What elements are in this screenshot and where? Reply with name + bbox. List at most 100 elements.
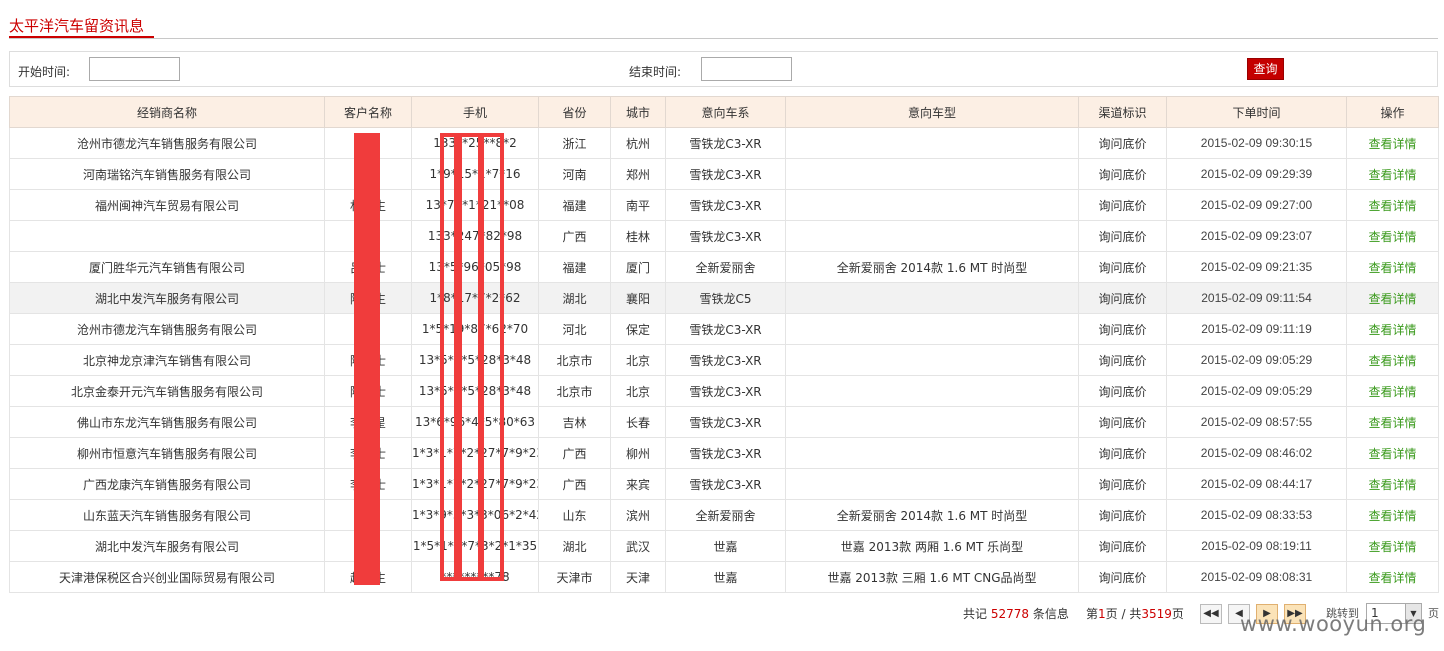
- redaction-outline: [480, 133, 504, 581]
- view-details-link[interactable]: 查看详情: [1368, 478, 1416, 492]
- view-details-link[interactable]: 查看详情: [1368, 447, 1416, 461]
- view-details-link[interactable]: 查看详情: [1368, 199, 1416, 213]
- leads-table: 经销商名称 客户名称 手机 省份 城市 意向车系 意向车型 渠道标识 下单时间 …: [9, 96, 1439, 593]
- cell-dealer: 湖北中发汽车服务有限公司: [9, 282, 325, 314]
- cell-model: [785, 437, 1079, 469]
- view-details-link[interactable]: 查看详情: [1368, 168, 1416, 182]
- cell-province: 天津市: [538, 561, 611, 593]
- view-details-link[interactable]: 查看详情: [1368, 137, 1416, 151]
- col-time: 下单时间: [1166, 96, 1347, 128]
- cell-dealer: 佛山市东龙汽车销售服务有限公司: [9, 406, 325, 438]
- cell-channel: 询问底价: [1078, 158, 1167, 190]
- table-row: 沧州市德龙汽车销售服务有限公司 1*5*19*87*62*70 河北 保定 雪铁龙C3-…: [9, 313, 1439, 345]
- cell-city: 北京: [610, 344, 666, 376]
- redaction-bar: [354, 133, 380, 585]
- cell-time: 2015-02-09 09:11:19: [1166, 313, 1347, 345]
- jump-unit: 页: [1428, 607, 1439, 620]
- cell-dealer: 广西龙康汽车销售服务有限公司: [9, 468, 325, 500]
- end-time-label: 结束时间:: [629, 65, 682, 79]
- cell-time: 2015-02-09 09:29:39: [1166, 158, 1347, 190]
- cell-model: 全新爱丽舍 2014款 1.6 MT 时尚型: [785, 499, 1079, 531]
- table-row: 山东蓝天汽车销售服务有限公司 1*3*9*5*3*3*06*2*42 山东 滨州 全新爱…: [9, 499, 1439, 531]
- cell-channel: 询问底价: [1078, 375, 1167, 407]
- cell-time: 2015-02-09 08:33:53: [1166, 499, 1347, 531]
- cell-channel: 询问底价: [1078, 282, 1167, 314]
- first-page-icon[interactable]: ◀◀: [1200, 604, 1222, 624]
- cell-model: [785, 189, 1079, 221]
- redaction-outline: [458, 133, 482, 581]
- cell-series: 雪铁龙C3-XR: [665, 127, 786, 159]
- cell-city: 北京: [610, 375, 666, 407]
- view-details-link[interactable]: 查看详情: [1368, 540, 1416, 554]
- cell-channel: 询问底价: [1078, 189, 1167, 221]
- cell-time: 2015-02-09 08:46:02: [1166, 437, 1347, 469]
- view-details-link[interactable]: 查看详情: [1368, 416, 1416, 430]
- end-time-input[interactable]: [701, 57, 792, 81]
- cell-city: 杭州: [610, 127, 666, 159]
- cell-channel: 询问底价: [1078, 313, 1167, 345]
- table-row: 沧州市德龙汽车销售服务有限公司 133**25**8*2 浙江 杭州 雪铁龙C3-XR 询…: [9, 127, 1439, 159]
- cell-series: 雪铁龙C3-XR: [665, 189, 786, 221]
- cell-time: 2015-02-09 09:23:07: [1166, 220, 1347, 252]
- cell-city: 保定: [610, 313, 666, 345]
- view-details-link[interactable]: 查看详情: [1368, 323, 1416, 337]
- cell-time: 2015-02-09 09:30:15: [1166, 127, 1347, 159]
- start-time-input[interactable]: [89, 57, 180, 81]
- view-details-link[interactable]: 查看详情: [1368, 354, 1416, 368]
- cell-action: 查看详情: [1346, 158, 1439, 190]
- cell-province: 北京市: [538, 344, 611, 376]
- col-city: 城市: [610, 96, 666, 128]
- cell-series: 雪铁龙C3-XR: [665, 344, 786, 376]
- table-row: 天津港保税区合兴创业国际贸易有限公司赵**生*********78天津市天津世嘉…: [9, 561, 1439, 593]
- cell-province: 福建: [538, 189, 611, 221]
- query-button[interactable]: 查询: [1247, 58, 1284, 80]
- cell-series: 世嘉: [665, 530, 786, 562]
- table-row: 广西龙康汽车销售服务有限公司李**士1*3*1*7*2*27*7*9*23广西来…: [9, 468, 1439, 500]
- cell-action: 查看详情: [1346, 251, 1439, 283]
- col-channel: 渠道标识: [1078, 96, 1167, 128]
- view-details-link[interactable]: 查看详情: [1368, 571, 1416, 585]
- cell-action: 查看详情: [1346, 344, 1439, 376]
- cell-model: [785, 220, 1079, 252]
- cell-action: 查看详情: [1346, 189, 1439, 221]
- cell-time: 2015-02-09 08:08:31: [1166, 561, 1347, 593]
- cell-action: 查看详情: [1346, 499, 1439, 531]
- view-details-link[interactable]: 查看详情: [1368, 385, 1416, 399]
- table-row: 福州闽神汽车贸易有限公司林**生13*79*1*21**08福建南平雪铁龙C3-…: [9, 189, 1439, 221]
- view-details-link[interactable]: 查看详情: [1368, 292, 1416, 306]
- cell-channel: 询问底价: [1078, 468, 1167, 500]
- col-customer: 客户名称: [324, 96, 412, 128]
- table-row: **彬133*247*82*98广西桂林雪铁龙C3-XR询问底价2015-02-…: [9, 220, 1439, 252]
- cell-series: 雪铁龙C3-XR: [665, 406, 786, 438]
- cell-series: 全新爱丽舍: [665, 251, 786, 283]
- col-model: 意向车型: [785, 96, 1079, 128]
- cell-time: 2015-02-09 09:27:00: [1166, 189, 1347, 221]
- cell-dealer: 沧州市德龙汽车销售服务有限公司: [9, 313, 325, 345]
- cell-channel: 询问底价: [1078, 561, 1167, 593]
- cell-series: 雪铁龙C5: [665, 282, 786, 314]
- col-dealer: 经销商名称: [9, 96, 325, 128]
- cell-action: 查看详情: [1346, 127, 1439, 159]
- view-details-link[interactable]: 查看详情: [1368, 509, 1416, 523]
- cell-action: 查看详情: [1346, 313, 1439, 345]
- cell-dealer: 厦门胜华元汽车销售有限公司: [9, 251, 325, 283]
- cell-dealer: 柳州市恒意汽车销售服务有限公司: [9, 437, 325, 469]
- cell-dealer: [9, 220, 325, 252]
- table-row: 佛山市东龙汽车销售服务有限公司李**星13*6*96*4*5*80*63吉林长春…: [9, 406, 1439, 438]
- col-phone: 手机: [411, 96, 539, 128]
- view-details-link[interactable]: 查看详情: [1368, 261, 1416, 275]
- cell-channel: 询问底价: [1078, 127, 1167, 159]
- cell-province: 湖北: [538, 530, 611, 562]
- cell-time: 2015-02-09 08:19:11: [1166, 530, 1347, 562]
- cell-action: 查看详情: [1346, 437, 1439, 469]
- cell-province: 北京市: [538, 375, 611, 407]
- table-row: 湖北中发汽车服务有限公司陈**生1*8*17*7*2*62湖北襄阳雪铁龙C5询问…: [9, 282, 1439, 314]
- table-row: 厦门胜华元汽车销售有限公司吕**士13*5*96*05*98福建厦门全新爱丽舍全…: [9, 251, 1439, 283]
- cell-series: 雪铁龙C3-XR: [665, 375, 786, 407]
- cell-time: 2015-02-09 09:11:54: [1166, 282, 1347, 314]
- cell-model: [785, 158, 1079, 190]
- table-header: 经销商名称 客户名称 手机 省份 城市 意向车系 意向车型 渠道标识 下单时间 …: [9, 96, 1439, 128]
- view-details-link[interactable]: 查看详情: [1368, 230, 1416, 244]
- start-time-label: 开始时间:: [18, 65, 71, 79]
- cell-province: 河北: [538, 313, 611, 345]
